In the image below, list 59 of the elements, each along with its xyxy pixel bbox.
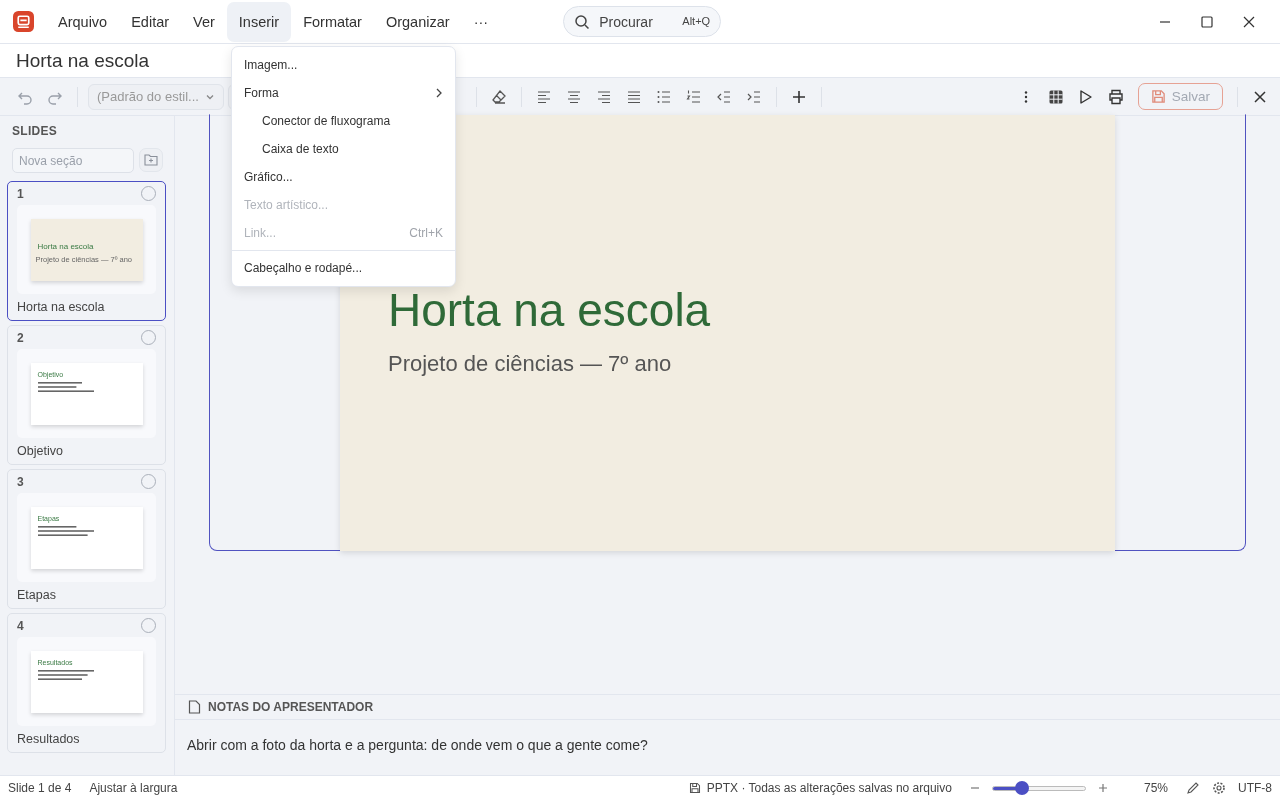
document-title: Horta na escola bbox=[16, 49, 150, 72]
maximize-icon[interactable] bbox=[1201, 15, 1213, 28]
close-icon[interactable] bbox=[1252, 88, 1268, 105]
settings-icon[interactable] bbox=[1212, 781, 1226, 795]
menu-entry[interactable]: Caixa de texto bbox=[232, 135, 455, 163]
menu-item[interactable]: Inserir bbox=[226, 1, 292, 42]
notes-heading: NOTAS DO APRESENTADOR bbox=[208, 700, 374, 714]
fit-width-link[interactable]: Ajustar à largura bbox=[89, 781, 178, 795]
slide-title: Resultados bbox=[17, 732, 81, 746]
align-left-icon[interactable] bbox=[535, 88, 552, 105]
align-center-icon[interactable] bbox=[565, 88, 582, 105]
slide-title: Horta na escola bbox=[388, 283, 712, 337]
sidebar-heading: SLIDES bbox=[11, 124, 59, 138]
play-icon[interactable] bbox=[1077, 88, 1094, 105]
slide-number: 3 bbox=[17, 474, 24, 489]
slide-number: 4 bbox=[17, 618, 24, 633]
search-icon bbox=[574, 14, 591, 30]
menu-item[interactable]: Organizar bbox=[373, 1, 462, 42]
indent-icon[interactable] bbox=[745, 88, 762, 105]
slider-thumb[interactable] bbox=[1015, 780, 1030, 795]
align-right-icon[interactable] bbox=[595, 88, 612, 105]
slide-position: Slide 1 de 4 bbox=[8, 781, 72, 795]
add-icon[interactable] bbox=[790, 88, 807, 105]
menu-item[interactable]: Ver bbox=[181, 1, 227, 42]
menu-entry[interactable]: Forma bbox=[232, 79, 455, 107]
thumbnail-title: Horta na escola bbox=[37, 241, 94, 251]
slide-title: Horta na escola bbox=[17, 300, 106, 314]
slide-number: 1 bbox=[17, 186, 24, 201]
numbered-list-icon[interactable] bbox=[685, 88, 702, 105]
slide-title: Etapas bbox=[17, 588, 57, 602]
print-icon[interactable] bbox=[1107, 88, 1124, 105]
menu-entry[interactable]: Cabeçalho e rodapé... bbox=[232, 254, 455, 282]
pencil-icon[interactable] bbox=[1186, 781, 1200, 795]
justify-icon[interactable] bbox=[625, 88, 642, 105]
slide-subtitle: Projeto de ciências — 7º ano bbox=[388, 351, 673, 377]
folder-icon bbox=[144, 154, 158, 166]
slide-number: 2 bbox=[17, 330, 24, 345]
section-name-field[interactable]: Nova seção bbox=[12, 148, 134, 173]
encoding-label: UTF-8 bbox=[1238, 781, 1272, 795]
menu-item[interactable]: Arquivo bbox=[46, 1, 120, 42]
eraser-icon[interactable] bbox=[490, 88, 507, 105]
bullet-list-icon[interactable] bbox=[655, 88, 672, 105]
menu-item[interactable]: Formatar bbox=[291, 1, 374, 42]
app-logo-icon bbox=[13, 11, 34, 32]
menu-entry[interactable]: Conector de fluxograma bbox=[232, 107, 455, 135]
close-icon[interactable] bbox=[1243, 15, 1255, 28]
zoom-in-icon[interactable] bbox=[1097, 783, 1108, 793]
menu-item[interactable]: Editar bbox=[119, 1, 182, 42]
slide-title: Objetivo bbox=[17, 444, 64, 458]
notes-text: Abrir com a foto da horta e a pergunta: de onde vem o que a gente come? bbox=[187, 737, 648, 753]
menu-entry[interactable]: Gráfico... bbox=[232, 163, 455, 191]
menu-entry[interactable]: Imagem... bbox=[232, 51, 455, 79]
outdent-icon[interactable] bbox=[715, 88, 732, 105]
zoom-reading: 75% bbox=[1143, 781, 1168, 795]
shortcut-hint: Alt+Q bbox=[682, 15, 711, 27]
menu-item[interactable]: ··· bbox=[461, 1, 501, 42]
document-icon bbox=[188, 700, 201, 714]
file-status: PPTX · Todas as alterações salvas no arquivo bbox=[706, 781, 952, 795]
table-icon[interactable] bbox=[1047, 88, 1064, 105]
